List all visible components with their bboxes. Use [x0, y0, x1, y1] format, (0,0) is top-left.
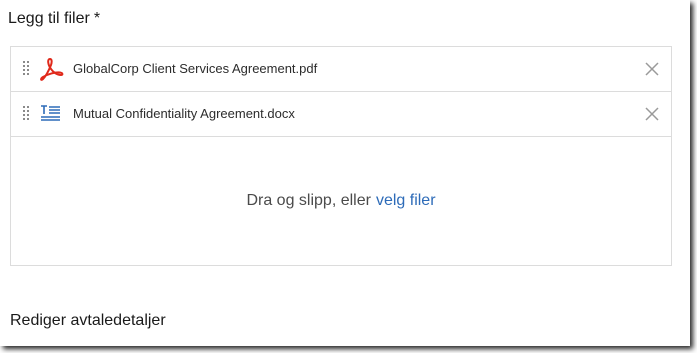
- add-files-title: Legg til filer: [8, 10, 90, 27]
- drag-handle-icon[interactable]: [23, 105, 29, 123]
- file-row[interactable]: GlobalCorp Client Services Agreement.pdf: [11, 47, 671, 92]
- required-marker: *: [93, 10, 101, 27]
- file-name: GlobalCorp Client Services Agreement.pdf: [73, 61, 318, 76]
- drag-handle-icon[interactable]: [23, 60, 29, 78]
- add-files-panel: Legg til filer * GlobalCorp Client Servi…: [0, 0, 690, 346]
- add-files-heading: Legg til filer *: [8, 10, 100, 28]
- file-drop-zone[interactable]: Dra og slipp, eller velg filer: [11, 137, 671, 265]
- browse-files-link[interactable]: velg filer: [376, 192, 436, 210]
- remove-file-close-icon[interactable]: [644, 61, 660, 77]
- file-list-box: GlobalCorp Client Services Agreement.pdf: [10, 46, 672, 266]
- remove-file-close-icon[interactable]: [644, 106, 660, 122]
- edit-agreement-details-heading[interactable]: Rediger avtaledetaljer: [10, 312, 166, 330]
- file-name: Mutual Confidentiality Agreement.docx: [73, 106, 295, 121]
- text-document-icon: [38, 102, 64, 126]
- pdf-icon: [38, 57, 64, 81]
- drop-zone-text: Dra og slipp, eller: [246, 192, 371, 209]
- file-row[interactable]: Mutual Confidentiality Agreement.docx: [11, 92, 671, 137]
